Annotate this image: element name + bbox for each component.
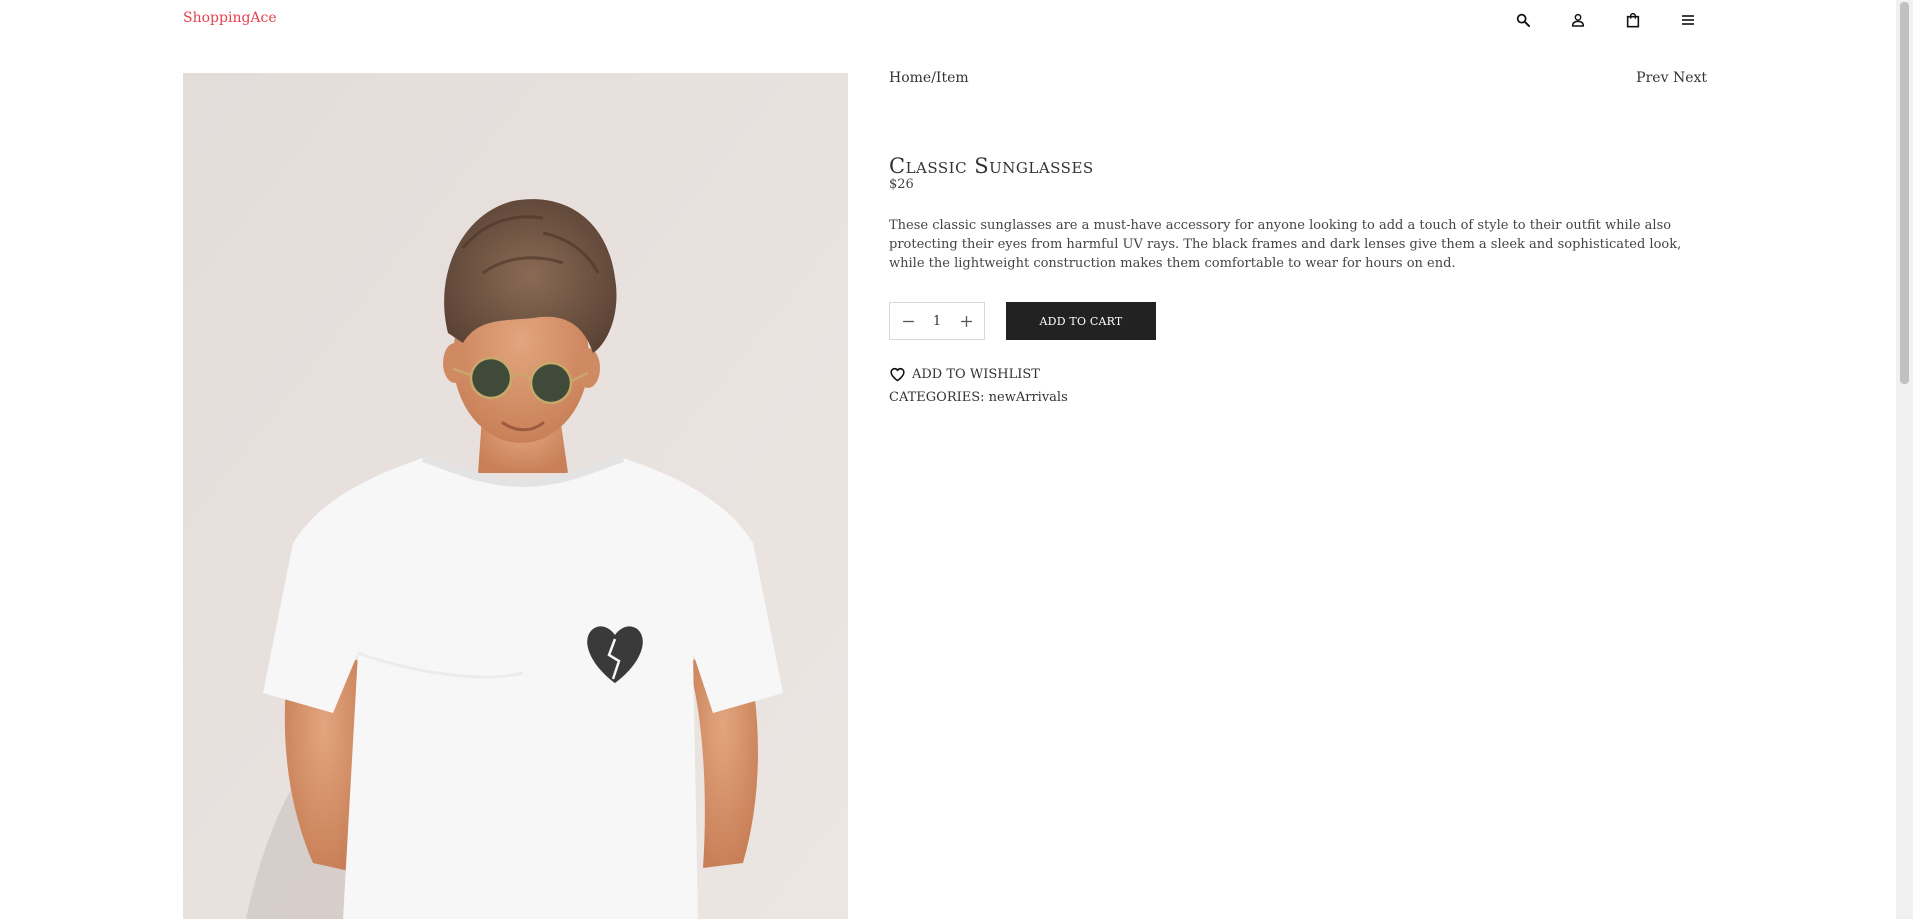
bag-icon[interactable]	[1622, 9, 1644, 31]
product-title: Classic Sunglasses	[889, 154, 1094, 178]
add-to-cart-button[interactable]: ADD TO CART	[1006, 302, 1156, 340]
next-link[interactable]: Next	[1673, 70, 1707, 86]
user-icon[interactable]	[1567, 9, 1589, 31]
site-header: ShoppingAce	[0, 0, 1896, 40]
categories-label: CATEGORIES:	[889, 390, 985, 405]
categories: CATEGORIES: newArrivals	[889, 390, 1068, 405]
minus-icon	[902, 320, 914, 322]
search-icon[interactable]	[1512, 9, 1534, 31]
brand-logo[interactable]: ShoppingAce	[183, 10, 277, 26]
menu-icon[interactable]	[1677, 9, 1699, 31]
scrollbar-thumb[interactable]	[1900, 2, 1909, 384]
increase-quantity-button[interactable]	[958, 313, 974, 329]
product-image	[183, 73, 848, 919]
wishlist-label: ADD TO WISHLIST	[912, 367, 1040, 382]
prev-next-nav: Prev Next	[1636, 70, 1707, 86]
product-description: These classic sunglasses are a must-have…	[889, 218, 1682, 271]
prev-link[interactable]: Prev	[1636, 70, 1668, 86]
category-link[interactable]: newArrivals	[989, 390, 1068, 405]
add-to-wishlist-button[interactable]: ADD TO WISHLIST	[889, 366, 1040, 383]
page: ShoppingAce Home/Item Prev Next Classic …	[0, 0, 1913, 919]
heart-icon	[890, 367, 905, 382]
quantity-input[interactable]	[923, 312, 951, 330]
plus-icon	[960, 315, 972, 327]
breadcrumb[interactable]: Home/Item	[889, 70, 969, 86]
decrease-quantity-button[interactable]	[900, 313, 916, 329]
vertical-scrollbar[interactable]	[1896, 0, 1913, 919]
quantity-stepper	[889, 302, 985, 340]
product-price: $26	[889, 177, 914, 192]
